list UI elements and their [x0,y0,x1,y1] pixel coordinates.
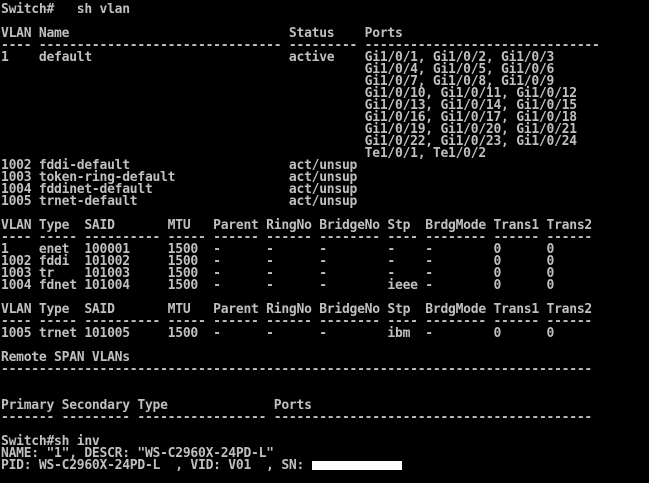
terminal-line: 1005 trnet-default act/unsup [1,194,358,209]
terminal-line: Switch# sh vlan [1,2,130,17]
terminal-line: 1004 fdnet 101004 1500 - - - ieee - 0 0 [1,278,555,293]
terminal-line: ----------------------------------------… [1,362,592,377]
terminal-window[interactable]: Switch# sh vlan VLAN Name Status Ports ---… [0,0,649,483]
terminal-output: Switch# sh vlan VLAN Name Status Ports ---… [1,2,649,472]
terminal-line: 1005 trnet 101005 1500 - - - ibm - 0 0 [1,326,555,341]
serial-number-redaction [311,461,402,470]
terminal-line: ------- --------- ----------------- ----… [1,410,592,425]
terminal-line: PID: WS-C2960X-24PD-L , VID: V01 , SN: [1,459,649,472]
